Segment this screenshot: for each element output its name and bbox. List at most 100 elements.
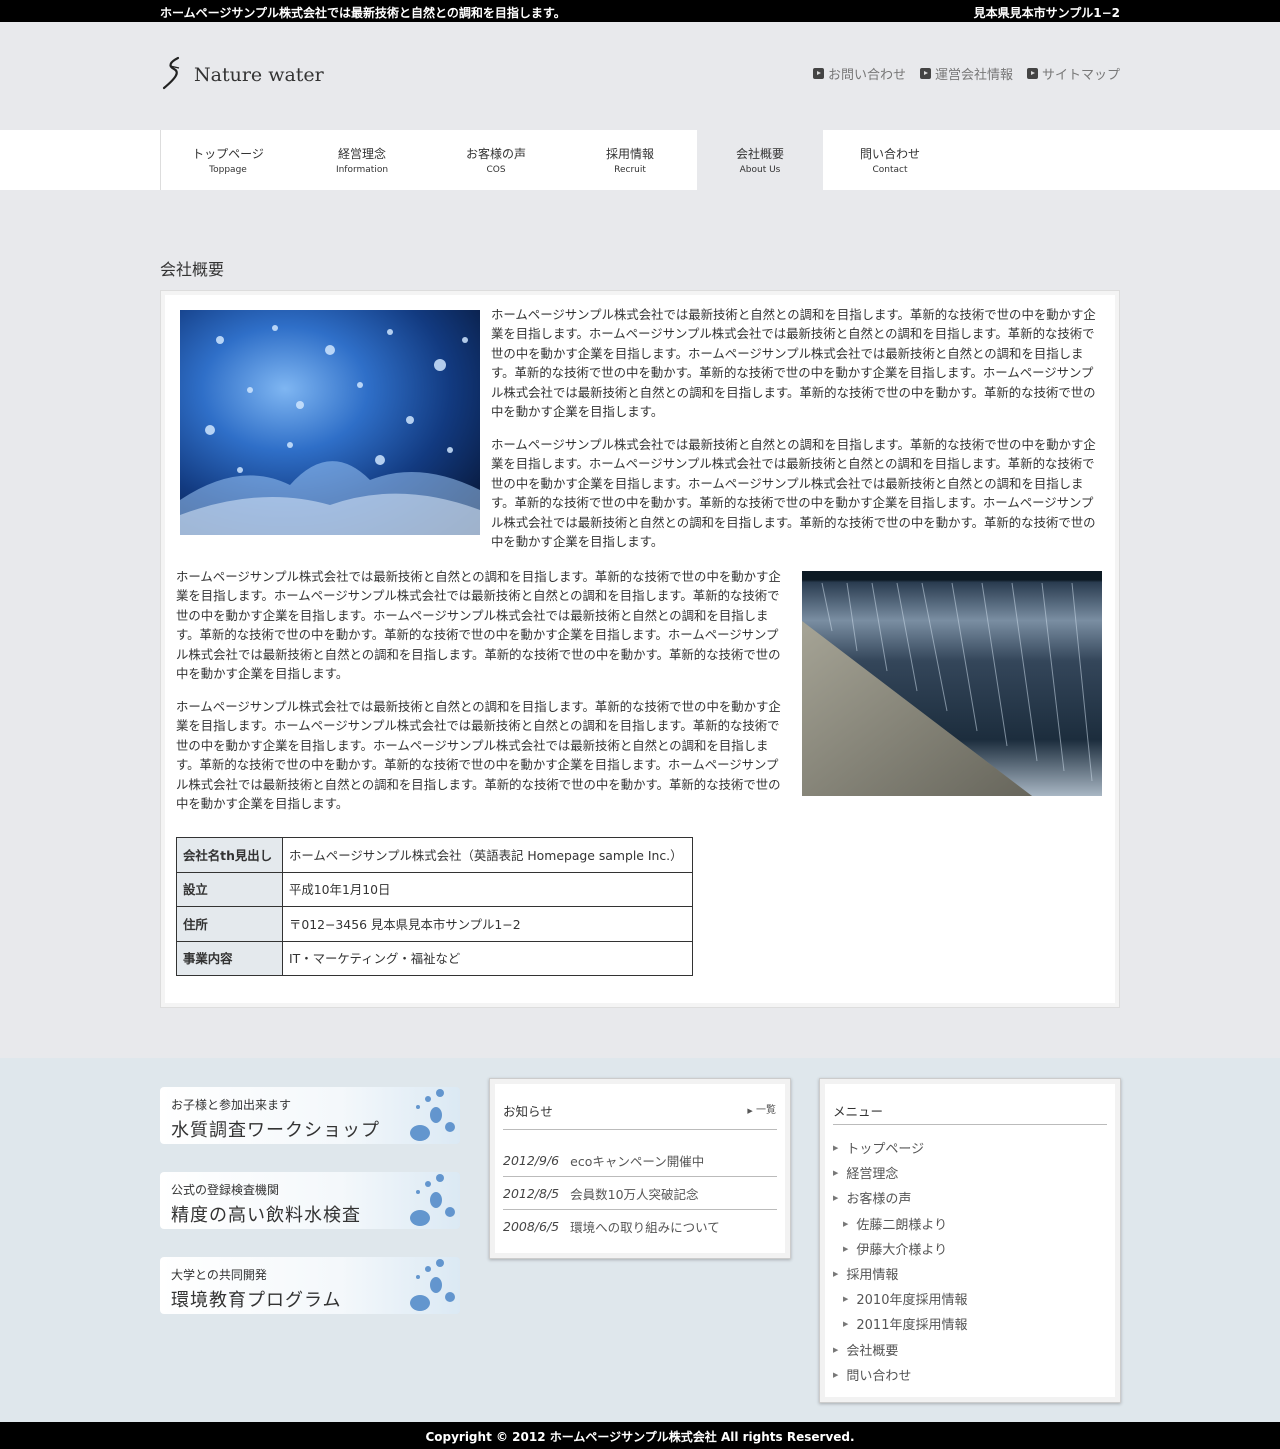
arrow-icon: ▶ [833,1370,839,1379]
menu-item-ito[interactable]: ▶ 伊藤大介様より [843,1239,947,1258]
menu-item-label: 2011年度採用情報 [856,1318,968,1333]
news-more-link[interactable]: ▶ 一覧 [747,1101,776,1116]
arrow-icon [919,68,931,79]
water-drops-icon [410,1259,455,1311]
tab-information[interactable]: 経営理念 Information [295,130,429,190]
menu-item-label: トップページ [846,1142,925,1157]
header-link-label: お問い合わせ [827,68,906,83]
banner-workshop[interactable]: お子様と参加出来ます 水質調査ワークショップ [160,1087,460,1144]
menu-item-label: 佐藤二朗様より [856,1218,948,1233]
banner-water-test[interactable]: 公式の登録検査機関 精度の高い飲料水検査 [160,1172,460,1229]
tab-contact[interactable]: 問い合わせ Contact [823,130,957,190]
arrow-icon: ▶ [833,1143,839,1152]
body-paragraph: ホームページサンプル株式会社では最新技術と自然との調和を目指します。革新的な技術… [176,699,781,812]
arrow-icon: ▶ [833,1168,839,1177]
table-cell: 平成10年1月10日 [282,871,693,907]
news-date: 2012/8/5 [503,1185,560,1201]
banner-title: 精度の高い飲料水検査 [171,1205,361,1226]
news-item[interactable]: 2012/8/5 会員数10万人突破記念 [503,1177,777,1210]
banner-subtitle: 大学との共同開発 [171,1268,267,1282]
menu-item-toppage[interactable]: ▶ トップページ [833,1138,924,1157]
banner-education[interactable]: 大学との共同開発 環境教育プログラム [160,1257,460,1314]
news-box: お知らせ ▶ 一覧 2012/9/6 ecoキャンペーン開催中 2012/8/5… [489,1078,791,1259]
tab-toppage[interactable]: トップページ Toppage [161,130,295,190]
site-logo[interactable]: Nature water [160,56,324,90]
water-drops-icon [410,1174,455,1226]
table-header-cell: 会社名th見出し [176,837,283,873]
copyright-text: Copyright © 2012 ホームページサンプル株式会社 All righ… [425,1430,855,1444]
tab-sublabel: About Us [739,165,781,175]
arrow-icon: ▶ [843,1319,849,1328]
tab-sublabel: COS [486,165,506,175]
news-item[interactable]: 2008/6/5 環境への取り組みについて [503,1210,777,1243]
menu-item-recruit-2010[interactable]: ▶ 2010年度採用情報 [843,1289,967,1308]
arrow-icon [812,68,824,79]
global-nav-bar: トップページ Toppage 経営理念 Information お客様の声 CO… [0,130,1280,190]
tab-label: 問い合わせ [859,147,920,161]
header-link-label: サイトマップ [1041,68,1120,83]
menu-item-contact[interactable]: ▶ 問い合わせ [833,1365,911,1384]
menu-item-information[interactable]: ▶ 経営理念 [833,1163,898,1182]
table-row: 会社名th見出し ホームページサンプル株式会社（英語表記 Homepage sa… [176,837,693,873]
arrow-icon: ▶ [843,1219,849,1228]
menu-item-sato[interactable]: ▶ 佐藤二朗様より [843,1214,947,1233]
tab-cos[interactable]: お客様の声 COS [429,130,563,190]
tab-sublabel: Contact [872,165,908,175]
header-links: お問い合わせ 運営会社情報 サイトマップ [812,64,1120,83]
banner-title: 水質調査ワークショップ [171,1120,380,1141]
menu-item-about-us[interactable]: ▶ 会社概要 [833,1340,898,1359]
copyright-bar: Copyright © 2012 ホームページサンプル株式会社 All righ… [0,1422,1280,1449]
news-date: 2008/6/5 [503,1219,560,1234]
arrow-icon: ▶ [843,1244,849,1253]
table-header-cell: 事業内容 [176,940,283,976]
menu-item-label: お客様の声 [846,1192,912,1207]
menu-item-label: 採用情報 [846,1268,899,1283]
waterfall-image [802,571,1102,796]
menu-item-recruit[interactable]: ▶ 採用情報 [833,1264,898,1283]
table-cell: IT・マーケティング・福祉など [282,940,693,976]
arrow-icon: ▶ [833,1193,839,1202]
logo-text: Nature water [194,64,324,86]
divider [833,1124,1107,1125]
menu-item-label: 経営理念 [846,1167,899,1182]
arrow-icon: ▶ [843,1294,849,1303]
arrow-icon: ▶ [833,1345,839,1354]
table-header-cell: 設立 [176,871,283,907]
header-link-company[interactable]: 運営会社情報 [919,64,1013,83]
news-item[interactable]: 2012/9/6 ecoキャンペーン開催中 [503,1144,777,1177]
menu-item-label: 2010年度採用情報 [856,1293,968,1308]
banner-subtitle: お子様と参加出来ます [171,1098,292,1112]
top-bar: ホームページサンプル株式会社では最新技術と自然との調和を目指します。 見本県見本… [0,0,1280,22]
tab-label: 採用情報 [605,147,654,161]
banner-title: 環境教育プログラム [171,1290,342,1311]
divider [503,1129,777,1130]
news-text: 会員数10万人突破記念 [570,1186,699,1202]
body-paragraph: ホームページサンプル株式会社では最新技術と自然との調和を目指します。革新的な技術… [176,569,781,682]
page-title: 会社概要 [160,260,225,279]
tab-label: トップページ [192,147,264,161]
arrow-icon: ▶ [833,1269,839,1278]
news-title: お知らせ [503,1104,553,1119]
water-drops-icon [410,1089,455,1141]
menu-item-label: 伊藤大介様より [856,1243,948,1258]
menu-item-cos[interactable]: ▶ お客様の声 [833,1188,911,1207]
body-paragraph: ホームページサンプル株式会社では最新技術と自然との調和を目指します。革新的な技術… [491,437,1096,550]
tab-sublabel: Toppage [209,165,247,175]
header-link-contact[interactable]: お問い合わせ [812,64,906,83]
lightning-icon [162,56,180,90]
news-text: ecoキャンペーン開催中 [570,1153,705,1169]
double-arrow-icon: ▶ [747,1107,753,1115]
tab-sublabel: Information [335,165,389,175]
table-row: 住所 〒012−3456 見本県見本市サンプル1−2 [176,906,693,942]
news-date: 2012/9/6 [503,1152,560,1168]
header-link-sitemap[interactable]: サイトマップ [1026,64,1120,83]
news-more-label: 一覧 [756,1105,776,1116]
tagline: ホームページサンプル株式会社では最新技術と自然との調和を目指します。 [160,6,566,20]
table-row: 設立 平成10年1月10日 [176,871,693,907]
tab-about-us[interactable]: 会社概要 About Us [697,130,823,190]
tab-recruit[interactable]: 採用情報 Recruit [563,130,697,190]
menu-item-recruit-2011[interactable]: ▶ 2011年度採用情報 [843,1314,967,1333]
side-menu-box: メニュー ▶ トップページ ▶ 経営理念 ▶ お客様の声 ▶ 佐藤二朗様より ▶… [819,1078,1121,1403]
main-content: ホームページサンプル株式会社では最新技術と自然との調和を目指します。革新的な技術… [160,290,1120,1008]
table-header-cell: 住所 [176,906,283,942]
